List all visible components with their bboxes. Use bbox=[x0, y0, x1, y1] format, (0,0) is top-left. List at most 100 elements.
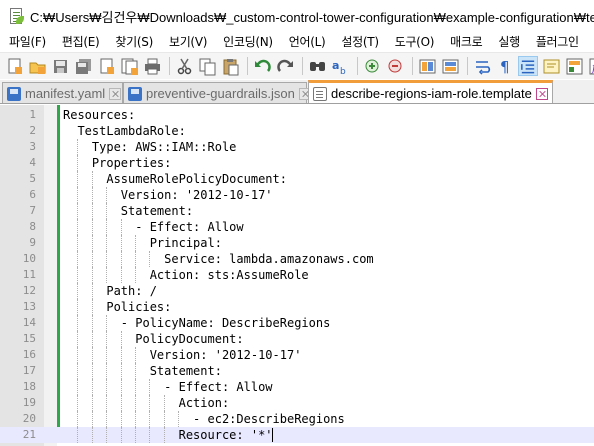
indent-guide bbox=[178, 411, 180, 427]
editor-line[interactable]: 3 Type: AWS::IAM::Role bbox=[0, 139, 594, 155]
code-text[interactable]: Properties: bbox=[63, 155, 171, 171]
editor-line[interactable]: 7 Statement: bbox=[0, 203, 594, 219]
indent-guide bbox=[163, 427, 165, 443]
indent-guide bbox=[106, 267, 108, 283]
indent-guide bbox=[149, 395, 151, 411]
editor-line[interactable]: 16 Version: '2012-10-17' bbox=[0, 347, 594, 363]
save-all-icon[interactable] bbox=[73, 56, 93, 76]
editor-line[interactable]: 17 Statement: bbox=[0, 363, 594, 379]
find-icon[interactable] bbox=[307, 56, 327, 76]
code-text[interactable]: Resource: '*' bbox=[63, 427, 273, 443]
code-text[interactable]: TestLambdaRole: bbox=[63, 123, 185, 139]
tab-close-icon[interactable] bbox=[535, 87, 548, 100]
redo-icon[interactable] bbox=[275, 56, 295, 76]
close-all-icon[interactable] bbox=[119, 56, 139, 76]
menu-item[interactable]: 보기(V) bbox=[160, 32, 214, 52]
editor-line[interactable]: 1 Resources: bbox=[0, 107, 594, 123]
indent-guide-icon[interactable] bbox=[518, 56, 538, 76]
sync-horizontal-icon[interactable] bbox=[440, 56, 460, 76]
code-text[interactable]: - Effect: Allow bbox=[63, 379, 272, 395]
menu-item[interactable]: 도구(O) bbox=[386, 32, 441, 52]
indent-guide bbox=[91, 187, 93, 203]
editor-line[interactable]: 8 - Effect: Allow bbox=[0, 219, 594, 235]
code-text[interactable]: Version: '2012-10-17' bbox=[63, 347, 302, 363]
menu-item[interactable]: 설정(T) bbox=[332, 32, 385, 52]
copy-icon[interactable] bbox=[197, 56, 217, 76]
open-file-icon[interactable] bbox=[27, 56, 47, 76]
editor-line[interactable]: 21 Resource: '*' bbox=[0, 427, 594, 443]
editor-line[interactable]: 12 Path: / bbox=[0, 283, 594, 299]
notepad-plus-plus-icon bbox=[8, 7, 24, 25]
code-text[interactable]: PolicyDocument: bbox=[63, 331, 243, 347]
function-list-icon[interactable]: f bbox=[587, 56, 594, 76]
line-number: 14 bbox=[22, 316, 36, 329]
print-icon[interactable] bbox=[142, 56, 162, 76]
editor-line[interactable]: 18 - Effect: Allow bbox=[0, 379, 594, 395]
indent-guide bbox=[77, 299, 79, 315]
menu-item[interactable]: 언어(L) bbox=[280, 32, 333, 52]
code-text[interactable]: - Effect: Allow bbox=[63, 219, 243, 235]
save-icon[interactable] bbox=[50, 56, 70, 76]
menu-item[interactable]: 편집(E) bbox=[53, 32, 107, 52]
text-editor[interactable]: 1 Resources: 2 TestLambdaRole: 3 Type: AWS:… bbox=[0, 105, 594, 446]
editor-line[interactable]: 4 Properties: bbox=[0, 155, 594, 171]
file-saved-icon bbox=[7, 86, 21, 101]
new-file-icon[interactable] bbox=[4, 56, 24, 76]
indent-guide bbox=[106, 331, 108, 347]
editor-line[interactable]: 9 Principal: bbox=[0, 235, 594, 251]
tab-close-icon[interactable] bbox=[109, 87, 122, 100]
indent-guide bbox=[106, 395, 108, 411]
replace-icon[interactable]: ab bbox=[330, 56, 350, 76]
editor-line[interactable]: 10 Service: lambda.amazonaws.com bbox=[0, 251, 594, 267]
paste-icon[interactable] bbox=[220, 56, 240, 76]
close-icon[interactable] bbox=[96, 56, 116, 76]
menu-item[interactable]: 찾기(S) bbox=[106, 32, 160, 52]
sync-vertical-icon[interactable] bbox=[417, 56, 437, 76]
udl-icon[interactable] bbox=[541, 56, 561, 76]
code-text[interactable]: Action: sts:AssumeRole bbox=[63, 267, 309, 283]
cut-icon[interactable] bbox=[174, 56, 194, 76]
show-all-chars-icon[interactable]: ¶ bbox=[495, 56, 515, 76]
editor-line[interactable]: 20 - ec2:DescribeRegions bbox=[0, 411, 594, 427]
menu-item[interactable]: 플러그인 bbox=[527, 32, 586, 52]
editor-line[interactable]: 2 TestLambdaRole: bbox=[0, 123, 594, 139]
toolbar-separator bbox=[247, 57, 248, 75]
zoom-in-icon[interactable] bbox=[362, 56, 382, 76]
indent-guide bbox=[106, 411, 108, 427]
code-text[interactable]: Action: bbox=[63, 395, 230, 411]
editor-line[interactable]: 11 Action: sts:AssumeRole bbox=[0, 267, 594, 283]
indent-guide bbox=[77, 315, 79, 331]
editor-line[interactable]: 5 AssumeRolePolicyDocument: bbox=[0, 171, 594, 187]
editor-line[interactable]: 13 Policies: bbox=[0, 299, 594, 315]
indent-guide bbox=[135, 267, 136, 283]
tab-preventive-guardrails-json[interactable]: preventive-guardrails.json bbox=[123, 82, 311, 103]
word-wrap-icon[interactable] bbox=[472, 56, 492, 76]
line-number: 8 bbox=[29, 220, 36, 233]
code-text[interactable]: Statement: bbox=[63, 203, 193, 219]
code-text[interactable]: Service: lambda.amazonaws.com bbox=[63, 251, 374, 267]
code-text[interactable]: AssumeRolePolicyDocument: bbox=[63, 171, 287, 187]
code-text[interactable]: - PolicyName: DescribeRegions bbox=[63, 315, 331, 331]
doc-map-icon[interactable] bbox=[564, 56, 584, 76]
code-text[interactable]: Policies: bbox=[63, 299, 171, 315]
code-text[interactable]: Version: '2012-10-17' bbox=[63, 187, 273, 203]
editor-line[interactable]: 15 PolicyDocument: bbox=[0, 331, 594, 347]
code-text[interactable]: Resources: bbox=[63, 107, 135, 123]
tab-describe-regions-iam-role-template[interactable]: describe-regions-iam-role.template bbox=[308, 80, 553, 103]
menu-item[interactable]: 파일(F) bbox=[0, 32, 53, 52]
editor-line[interactable]: 14 - PolicyName: DescribeRegions bbox=[0, 315, 594, 331]
undo-icon[interactable] bbox=[252, 56, 272, 76]
editor-line[interactable]: 19 Action: bbox=[0, 395, 594, 411]
menu-item[interactable]: 인코딩(N) bbox=[214, 32, 280, 52]
menu-item[interactable]: 실행 bbox=[489, 32, 526, 52]
indent-guide bbox=[77, 187, 79, 203]
tab-manifest-yaml[interactable]: manifest.yaml bbox=[2, 82, 123, 103]
indent-guide bbox=[135, 251, 136, 267]
editor-line[interactable]: 6 Version: '2012-10-17' bbox=[0, 187, 594, 203]
menu-item[interactable]: 매크로 bbox=[441, 32, 489, 52]
code-text[interactable]: Principal: bbox=[63, 235, 222, 251]
zoom-out-icon[interactable] bbox=[385, 56, 405, 76]
code-text[interactable]: Type: AWS::IAM::Role bbox=[63, 139, 237, 155]
indent-guide bbox=[163, 395, 165, 411]
code-text[interactable]: Statement: bbox=[63, 363, 222, 379]
